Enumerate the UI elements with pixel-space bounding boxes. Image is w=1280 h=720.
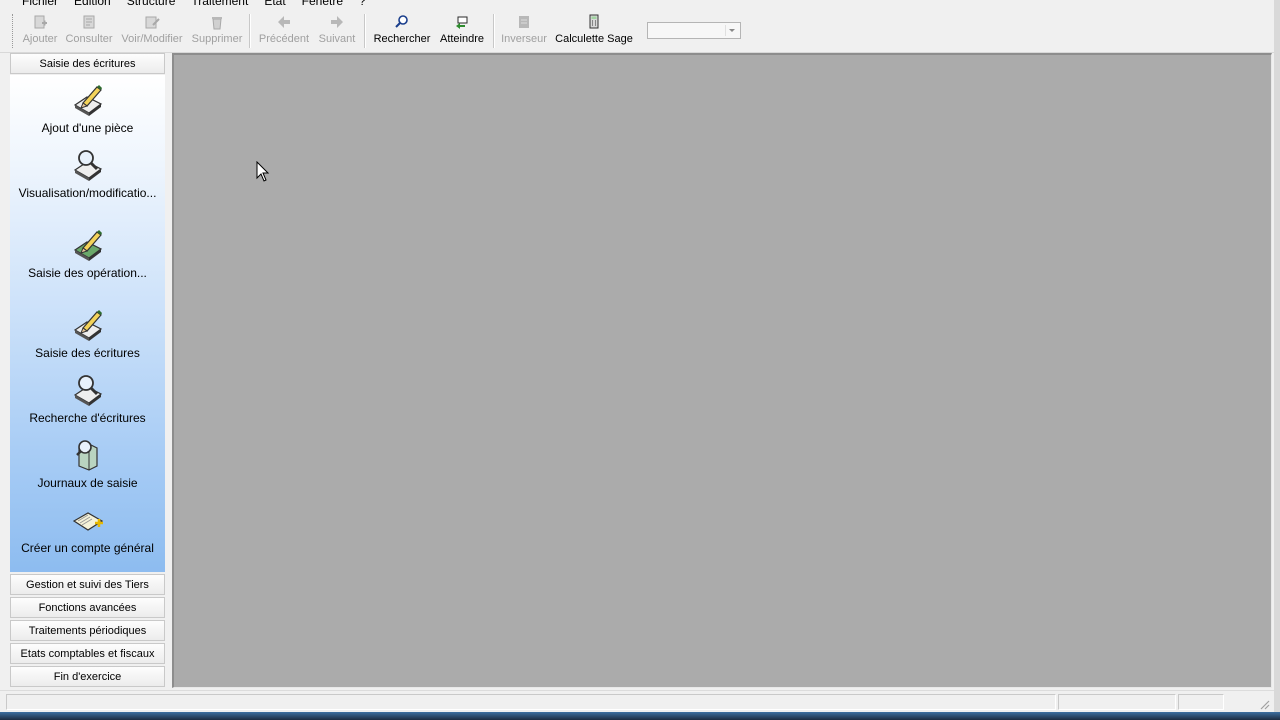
nav-item-label: Créer un compte général [21,541,154,555]
menu-bar: Fichier Edition Structure Traitement Eta… [0,0,1280,8]
navigation-bar: Saisie des écritures Ajout d'une pièce V… [8,53,167,688]
magnifier-icon [395,15,408,28]
add-button-label: Ajouter [22,33,58,45]
previous-button[interactable]: Précédent [258,14,310,50]
inverter-button-label: Inverseur [501,33,547,45]
status-panel-main [6,694,1056,710]
window-border [1274,0,1280,720]
magnifier-document-icon [73,375,102,406]
nav-item-label: Saisie des opération... [28,266,147,280]
calculator-button[interactable]: Calculette Sage [555,14,633,50]
menu-help[interactable]: ? [351,0,374,8]
mouse-pointer-icon [256,161,270,182]
goto-button-label: Atteindre [439,33,485,45]
toolbar: Ajouter Consulter Voir/Modifier Supprime… [0,8,1274,53]
delete-button[interactable]: Supprimer [192,14,242,50]
status-bar [0,690,1274,713]
menu-traitement[interactable]: Traitement [183,0,256,8]
nav-group-label: Traitements périodiques [28,624,147,637]
new-account-icon [72,512,103,531]
consult-button-label: Consulter [65,33,113,45]
previous-button-label: Précédent [258,33,310,45]
nav-group-fin-exercice[interactable]: Fin d'exercice [10,666,165,687]
nav-item-label: Recherche d'écritures [29,411,146,425]
calculator-button-label: Calculette Sage [555,33,633,45]
nav-group-label: Fonctions avancées [38,601,137,614]
goto-button[interactable]: Atteindre [440,14,484,50]
nav-item-creer-compte[interactable]: Créer un compte général [10,503,165,555]
nav-group-saisie-ecritures[interactable]: Saisie des écritures [10,53,165,74]
edit-icon [145,16,160,29]
nav-group-fonctions-avancees[interactable]: Fonctions avancées [10,597,165,618]
nav-item-label: Visualisation/modificatio... [18,186,157,200]
next-button[interactable]: Suivant [318,14,356,50]
nav-group-label: Gestion et suivi des Tiers [26,578,149,591]
nav-item-recherche-ecritures[interactable]: Recherche d'écritures [10,373,165,425]
toolbar-combo[interactable] [647,22,741,39]
toolbar-separator [493,14,495,48]
nav-item-saisie-operations[interactable]: Saisie des opération... [10,228,165,280]
consult-button[interactable]: Consulter [65,14,113,50]
pencil-document-icon [73,310,102,341]
add-button[interactable]: Ajouter [22,14,58,50]
nav-item-label: Journaux de saisie [37,476,138,490]
nav-item-label: Ajout d'une pièce [41,121,134,135]
toolbar-grip[interactable] [12,14,16,48]
arrow-right-icon [331,16,343,28]
delete-button-label: Supprimer [191,33,243,45]
nav-item-journaux-saisie[interactable]: Journaux de saisie [10,438,165,490]
pencil-document-icon [73,85,102,116]
status-panel [1058,694,1176,710]
edit-button[interactable]: Voir/Modifier [121,14,183,50]
nav-panel: Ajout d'une pièce Visualisation/modifica… [10,75,165,572]
nav-group-label: Etats comptables et fiscaux [20,647,155,660]
menu-etat[interactable]: Etat [256,0,293,8]
trash-icon [212,17,222,30]
nav-group-label: Fin d'exercice [53,670,122,683]
search-button-label: Rechercher [373,33,431,45]
toolbar-separator [364,14,366,48]
menu-structure[interactable]: Structure [119,0,184,8]
nav-group-etats-comptables[interactable]: Etats comptables et fiscaux [10,643,165,664]
menu-fenetre[interactable]: Fenêtre [294,0,351,8]
nav-group-tiers[interactable]: Gestion et suivi des Tiers [10,574,165,595]
nav-group-label: Saisie des écritures [39,57,136,70]
search-button[interactable]: Rechercher [373,14,431,50]
inverter-icon [519,16,529,28]
calculator-icon [589,14,599,29]
taskbar-edge [0,712,1280,720]
nav-item-label: Saisie des écritures [35,346,140,360]
resize-grip-icon[interactable] [1258,698,1270,710]
nav-item-visualisation[interactable]: Visualisation/modificatio... [10,148,165,200]
nav-item-saisie-ecritures[interactable]: Saisie des écritures [10,308,165,360]
mdi-workspace[interactable] [172,53,1272,688]
consult-icon [83,15,95,29]
journal-icon [75,440,98,471]
status-panel [1178,694,1224,710]
toolbar-separator [249,14,251,48]
chevron-down-icon[interactable] [725,25,738,36]
pencil-document-icon [73,230,102,261]
arrow-left-icon [278,16,290,28]
next-button-label: Suivant [318,33,356,45]
edit-button-label: Voir/Modifier [121,33,183,45]
menu-edition[interactable]: Edition [66,0,119,8]
inverter-button[interactable]: Inverseur [501,14,547,50]
nav-group-traitements-periodiques[interactable]: Traitements périodiques [10,620,165,641]
nav-item-ajout-piece[interactable]: Ajout d'une pièce [10,83,165,135]
add-icon [34,15,47,29]
magnifier-document-icon [73,150,102,181]
menu-fichier[interactable]: Fichier [14,0,66,8]
goto-icon [456,16,468,29]
